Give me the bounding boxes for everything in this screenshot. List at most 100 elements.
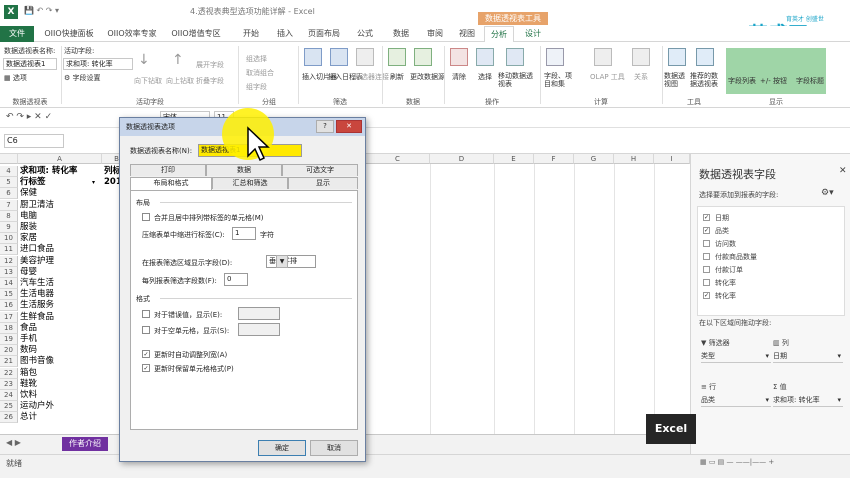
cell-a[interactable]: 进口食品 [20,244,54,255]
cell-a[interactable]: 厨卫清洁 [20,200,54,211]
select-button[interactable]: 选择 [478,72,492,82]
fields-items-sets-button[interactable]: 字段、项目和集 [544,72,572,88]
name-box[interactable]: C6 [4,134,64,148]
indent-spinner[interactable]: 1 [232,227,256,240]
active-field-input[interactable]: 求和项: 转化率 [63,58,133,70]
cell-a[interactable]: 总计 [20,412,37,423]
tab-formulas[interactable]: 公式 [350,26,380,42]
row-header[interactable]: 13 [0,266,18,278]
columns-field-dropdown[interactable]: 日期 ▾ [773,350,843,363]
field-checkbox[interactable] [703,279,710,286]
help-button[interactable]: ? [316,120,334,133]
tab-analyze[interactable]: 分析 [484,26,514,42]
row-header[interactable]: 11 [0,244,18,256]
field-checkbox[interactable] [703,240,710,247]
tab-design[interactable]: 设计 [518,26,548,42]
relationships-button[interactable]: 关系 [634,72,648,82]
row-header[interactable]: 10 [0,233,18,245]
group-field-button[interactable]: 组字段 [246,82,267,92]
merge-center-checkbox[interactable] [142,213,150,221]
cell-a[interactable]: 电脑 [20,211,37,222]
column-header[interactable]: D [430,154,494,164]
tab-oiio-value[interactable]: OIIO增值专区 [166,26,226,42]
ungroup-button[interactable]: 取消组合 [246,68,274,78]
sheet-nav-arrows[interactable]: ◀ ▶ [6,438,21,447]
column-header[interactable]: I [654,154,690,164]
tab-display[interactable]: 显示 [288,177,358,189]
cell-a[interactable]: 箱包 [20,368,37,379]
row-header[interactable]: 18 [0,322,18,334]
chevron-down-icon[interactable]: ▼ [276,255,288,268]
column-header[interactable]: G [574,154,614,164]
field-settings-button[interactable]: ⚙ 字段设置 [64,73,101,83]
tab-data[interactable]: 数据 [206,164,282,176]
row-header[interactable]: 6 [0,188,18,200]
cell-a[interactable]: 母婴 [20,267,37,278]
pivot-chart-button[interactable]: 数据透视图 [664,72,688,88]
column-header[interactable]: C [366,154,430,164]
cell-a[interactable]: 生鲜食品 [20,312,54,323]
drill-up-button[interactable]: 向上钻取 [166,76,194,86]
tab-home[interactable]: 开始 [236,26,266,42]
error-value-input[interactable] [238,307,280,320]
cell-a[interactable]: 生活服务 [20,300,54,311]
cell-a[interactable]: 美容护理 [20,256,54,267]
error-show-checkbox[interactable] [142,310,150,318]
column-header[interactable]: F [534,154,574,164]
change-source-button[interactable]: 更改数据源 [410,72,445,82]
undo-redo-icons[interactable]: ↶ ↷ ▸ ✕ ✓ [6,112,52,122]
column-header[interactable]: A [18,154,102,164]
row-header[interactable]: 15 [0,289,18,301]
zoom-slider[interactable]: ▦ ▭ ▤ — ——|—— + [700,458,840,466]
cell-a[interactable]: 家居 [20,233,37,244]
group-selection-button[interactable]: 组选择 [246,54,267,64]
quick-access-icons[interactable]: 💾 ↶ ↷ ▾ [24,6,114,18]
filter-area-select[interactable]: 垂直并排 [266,255,316,268]
cell-a[interactable]: 生活电器 [20,289,54,300]
pivot-name-input[interactable]: 数据透视表1 [3,58,57,70]
move-pivot-button[interactable]: 移动数据透视表 [498,72,534,88]
excel-app-icon[interactable]: X [4,5,18,19]
clear-button[interactable]: 清除 [452,72,466,82]
row-header[interactable]: 5 [0,177,18,189]
row-header[interactable]: 19 [0,334,18,345]
cell-a[interactable]: 汽车生活 [20,278,54,289]
cell-a[interactable]: 求和项: 转化率 [20,166,77,177]
cell-a[interactable]: 保健 [20,188,37,199]
tab-review[interactable]: 审阅 [420,26,450,42]
field-list-button[interactable]: 字段列表 [728,76,756,86]
field-checkbox[interactable]: ✓ [703,214,710,221]
row-header[interactable]: 17 [0,311,18,323]
tab-print[interactable]: 打印 [130,164,206,176]
cancel-button[interactable]: 取消 [310,440,358,456]
column-header[interactable]: H [614,154,654,164]
close-pane-icon[interactable]: ✕ [839,166,847,176]
row-header[interactable]: 14 [0,278,18,289]
row-header[interactable]: 7 [0,199,18,211]
cell-a[interactable]: 服装 [20,222,37,233]
tab-view[interactable]: 视图 [452,26,482,42]
row-header[interactable]: 24 [0,390,18,401]
collapse-field-button[interactable]: 折叠字段 [196,76,224,86]
refresh-button[interactable]: 刷新 [390,72,404,82]
field-headers-button[interactable]: 字段标题 [796,76,824,86]
cell-a[interactable]: 数码 [20,345,37,356]
rows-field-dropdown[interactable]: 品类 ▾ [701,394,771,407]
cell-a[interactable]: 鞋靴 [20,379,37,390]
row-header[interactable]: 23 [0,378,18,390]
tab-data[interactable]: 数据 [386,26,416,42]
preserve-format-checkbox[interactable]: ✓ [142,364,150,372]
tab-page-layout[interactable]: 页面布局 [304,26,344,42]
field-checkbox[interactable]: ✓ [703,227,710,234]
cell-a[interactable]: 手机 [20,334,37,345]
row-header[interactable]: 22 [0,367,18,379]
ok-button[interactable]: 确定 [258,440,306,456]
tab-file[interactable]: 文件 [0,26,34,42]
tab-oiio-quick-panel[interactable]: OIIO快捷面板 [38,26,100,42]
tab-totals-filters[interactable]: 汇总和筛选 [212,177,288,189]
cell-a[interactable]: 图书音像 [20,356,54,367]
tab-insert[interactable]: 插入 [270,26,300,42]
row-header[interactable]: 26 [0,412,18,424]
field-checkbox[interactable] [703,253,710,260]
tab-alt-text[interactable]: 可选文字 [282,164,358,176]
